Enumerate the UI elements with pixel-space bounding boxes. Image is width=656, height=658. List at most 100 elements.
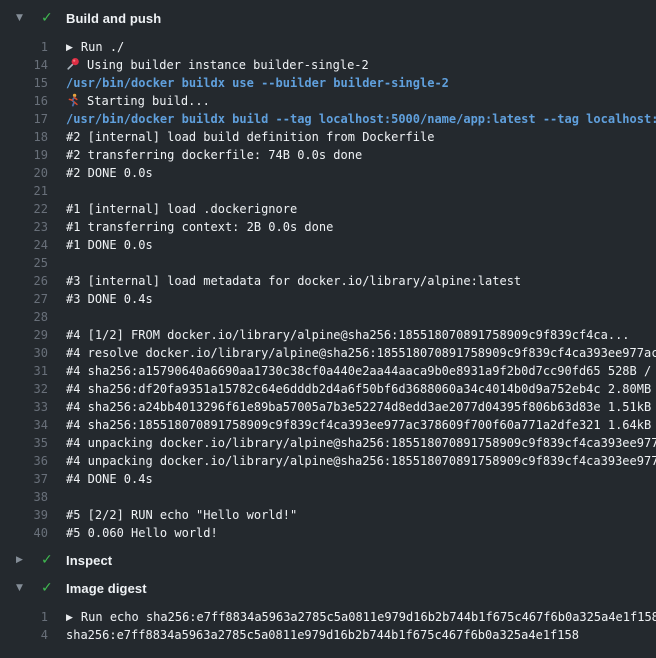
chevron-down-icon: ▼ [16,582,29,595]
log-line: 40 #5 0.060 Hello world! [0,524,656,542]
success-check-icon: ✓ [41,553,56,568]
log-line-text: #4 unpacking docker.io/library/alpine@sh… [48,434,656,452]
log-line-number[interactable]: 33 [0,398,48,416]
log-line: 4 sha256:e7ff8834a5963a2785c5a0811e979d16… [0,626,656,644]
log-line-text: Using builder instance builder-single-2 [48,56,369,74]
runner-icon [66,93,80,107]
chevron-down-icon: ▼ [16,12,29,25]
log-line-number[interactable]: 39 [0,506,48,524]
log-line: 21 [0,182,656,200]
log-line-text: Starting build... [48,92,210,110]
log-line: 16Starting build... [0,92,656,110]
log-line-text [48,308,66,326]
log-line-message: #5 0.060 Hello world! [66,526,218,540]
log-line-message: #4 [1/2] FROM docker.io/library/alpine@s… [66,328,630,342]
log-line: 36#4 unpacking docker.io/library/alpine@… [0,452,656,470]
log-line-text: #1 [internal] load .dockerignore [48,200,297,218]
success-check-icon: ✓ [41,11,56,26]
log-line-number[interactable]: 38 [0,488,48,506]
log-line-text [48,182,66,200]
log-line-number[interactable]: 26 [0,272,48,290]
log-line-number[interactable]: 23 [0,218,48,236]
log-line-number[interactable]: 15 [0,74,48,92]
log-group-header-image-digest[interactable]: ▼✓Image digest [0,578,656,598]
log-line: 29 #4 [1/2] FROM docker.io/library/alpine… [0,326,656,344]
log-group-title: Build and push [66,11,161,26]
log-line-text: #4 DONE 0.4s [48,470,153,488]
log-line-number[interactable]: 30 [0,344,48,362]
log-line: 22#1 [internal] load .dockerignore [0,200,656,218]
log-line: 34#4 sha256:185518070891758909c9f839cf4c… [0,416,656,434]
log-group-header-build-and-push[interactable]: ▼ ✓ Build and push [0,8,656,28]
log-line-number[interactable]: 28 [0,308,48,326]
log-line-text: #1 transferring context: 2B 0.0s done [48,218,333,236]
log-line-text: #2 DONE 0.0s [48,164,153,182]
log-line-number[interactable]: 21 [0,182,48,200]
log-line-number[interactable]: 17 [0,110,48,128]
log-line-text: #4 unpacking docker.io/library/alpine@sh… [48,452,656,470]
log-line-number[interactable]: 14 [0,56,48,74]
log-line-text: #4 [1/2] FROM docker.io/library/alpine@s… [48,326,630,344]
log-line-number[interactable]: 34 [0,416,48,434]
log-line-text: #4 sha256:df20fa9351a15782c64e6dddb2d4a6… [48,380,656,398]
log-line: 31 #4 sha256:a15790640a6690aa1730c38cf0a4… [0,362,656,380]
log-line-number[interactable]: 22 [0,200,48,218]
log-group-header-inspect[interactable]: ▶✓Inspect [0,550,656,570]
log-line-text: #3 [internal] load metadata for docker.i… [48,272,521,290]
log-line-text: #2 transferring dockerfile: 74B 0.0s don… [48,146,362,164]
log-line-number[interactable]: 24 [0,236,48,254]
log-line-number[interactable]: 32 [0,380,48,398]
log-line: 1▶Run ./ [0,38,656,56]
log-line-message: #5 [2/2] RUN echo "Hello world!" [66,508,297,522]
log-line-number[interactable]: 37 [0,470,48,488]
log-line-number[interactable]: 1 [0,608,48,626]
log-line: 14 Using builder instance builder-single-… [0,56,656,74]
log-line-number[interactable]: 1 [0,38,48,56]
expand-command-play-icon[interactable]: ▶ [66,39,73,56]
log-line: 24#1 DONE 0.0s [0,236,656,254]
log-line-number[interactable]: 40 [0,524,48,542]
log-line-number[interactable]: 25 [0,254,48,272]
log-line-text: #4 sha256:a15790640a6690aa1730c38cf0a440… [48,362,656,380]
log-line-message: #4 sha256:a15790640a6690aa1730c38cf0a440… [66,364,656,378]
actions-log-viewer: ▼✓Build and push1▶Run ./14Using builder … [0,0,656,658]
log-line-message: #2 transferring dockerfile: 74B 0.0s don… [66,148,362,162]
log-line-text: #5 0.060 Hello world! [48,524,218,542]
log-line-message: #3 [internal] load metadata for docker.i… [66,274,521,288]
success-check-icon: ✓ [41,581,56,596]
log-group-title: Inspect [66,553,112,568]
log-line-text: #4 sha256:185518070891758909c9f839cf4ca3… [48,416,656,434]
log-line-number[interactable]: 4 [0,626,48,644]
log-line-text: #4 sha256:a24bb4013296f61e89ba57005a7b3e… [48,398,656,416]
log-line-text: #5 [2/2] RUN echo "Hello world!" [48,506,297,524]
log-line: 32#4 sha256:df20fa9351a15782c64e6dddb2d4… [0,380,656,398]
log-line-number[interactable]: 35 [0,434,48,452]
log-line: 23 #1 transferring context: 2B 0.0s done [0,218,656,236]
log-line-number[interactable]: 31 [0,362,48,380]
log-line-text: #1 DONE 0.0s [48,236,153,254]
log-line-number[interactable]: 19 [0,146,48,164]
log-line-text [48,488,66,506]
log-line-message: Using builder instance builder-single-2 [87,58,369,72]
log-line-text: /usr/bin/docker buildx use --builder bui… [48,74,449,92]
log-line: 15/usr/bin/docker buildx use --builder b… [0,74,656,92]
log-line-message: #1 transferring context: 2B 0.0s done [66,220,333,234]
log-line: 30 #4 resolve docker.io/library/alpine@sh… [0,344,656,362]
log-line-number[interactable]: 36 [0,452,48,470]
log-line-message: Run echo sha256:e7ff8834a5963a2785c5a081… [81,610,656,624]
log-line-number[interactable]: 18 [0,128,48,146]
log-line-text: #4 resolve docker.io/library/alpine@sha2… [48,344,656,362]
log-line: 28 [0,308,656,326]
log-group-lines: 1▶Run ./14Using builder instance builder… [0,38,656,542]
log-line-text: #2 [internal] load build definition from… [48,128,434,146]
log-line-message: sha256:e7ff8834a5963a2785c5a0811e979d16b… [66,628,579,642]
log-line-number[interactable]: 16 [0,92,48,110]
expand-command-play-icon[interactable]: ▶ [66,609,73,626]
log-line-message: #4 resolve docker.io/library/alpine@sha2… [66,346,656,360]
log-line: 27#3 DONE 0.4s [0,290,656,308]
log-line-message: /usr/bin/docker buildx use --builder bui… [66,76,449,90]
log-line-number[interactable]: 29 [0,326,48,344]
log-line-number[interactable]: 20 [0,164,48,182]
log-line: 25 [0,254,656,272]
log-line-number[interactable]: 27 [0,290,48,308]
